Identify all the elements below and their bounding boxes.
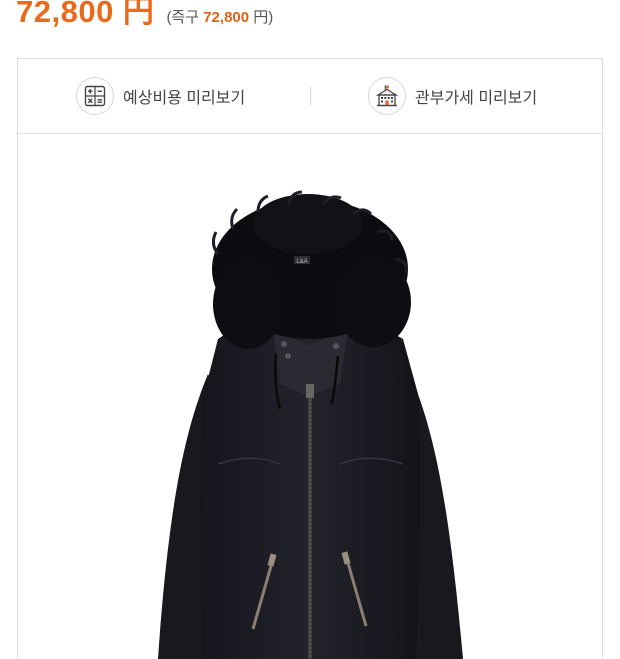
price-row: 72,800 円 (즉구 72,800 円) — [16, 0, 273, 40]
buy-now-value: 72,800 — [203, 9, 250, 26]
buy-now-prefix: (즉구 — [166, 9, 200, 26]
toolbar-divider — [310, 87, 311, 105]
buy-now-suffix: 円) — [253, 9, 274, 26]
price-main: 72,800 円 — [16, 0, 155, 29]
estimate-cost-label: 예상비용 미리보기 — [123, 90, 246, 107]
preview-toolbar: 예상비용 미리보기 관부가세 미리보기 — [18, 59, 602, 134]
customs-duty-label: 관부가세 미리보기 — [415, 90, 538, 107]
fur-hood — [211, 190, 411, 349]
customs-duty-preview-button[interactable]: 관부가세 미리보기 — [368, 76, 537, 116]
product-panel: 예상비용 미리보기 관부가세 미리보기 L&A — [17, 58, 603, 659]
calculator-icon — [76, 77, 114, 115]
product-image[interactable]: L&A — [18, 134, 602, 659]
brand-label: L&A — [296, 259, 307, 265]
estimate-cost-preview-button[interactable]: 예상비용 미리보기 — [76, 76, 245, 116]
customs-building-icon — [368, 77, 406, 115]
buy-now-price: (즉구 72,800 円) — [166, 6, 273, 27]
